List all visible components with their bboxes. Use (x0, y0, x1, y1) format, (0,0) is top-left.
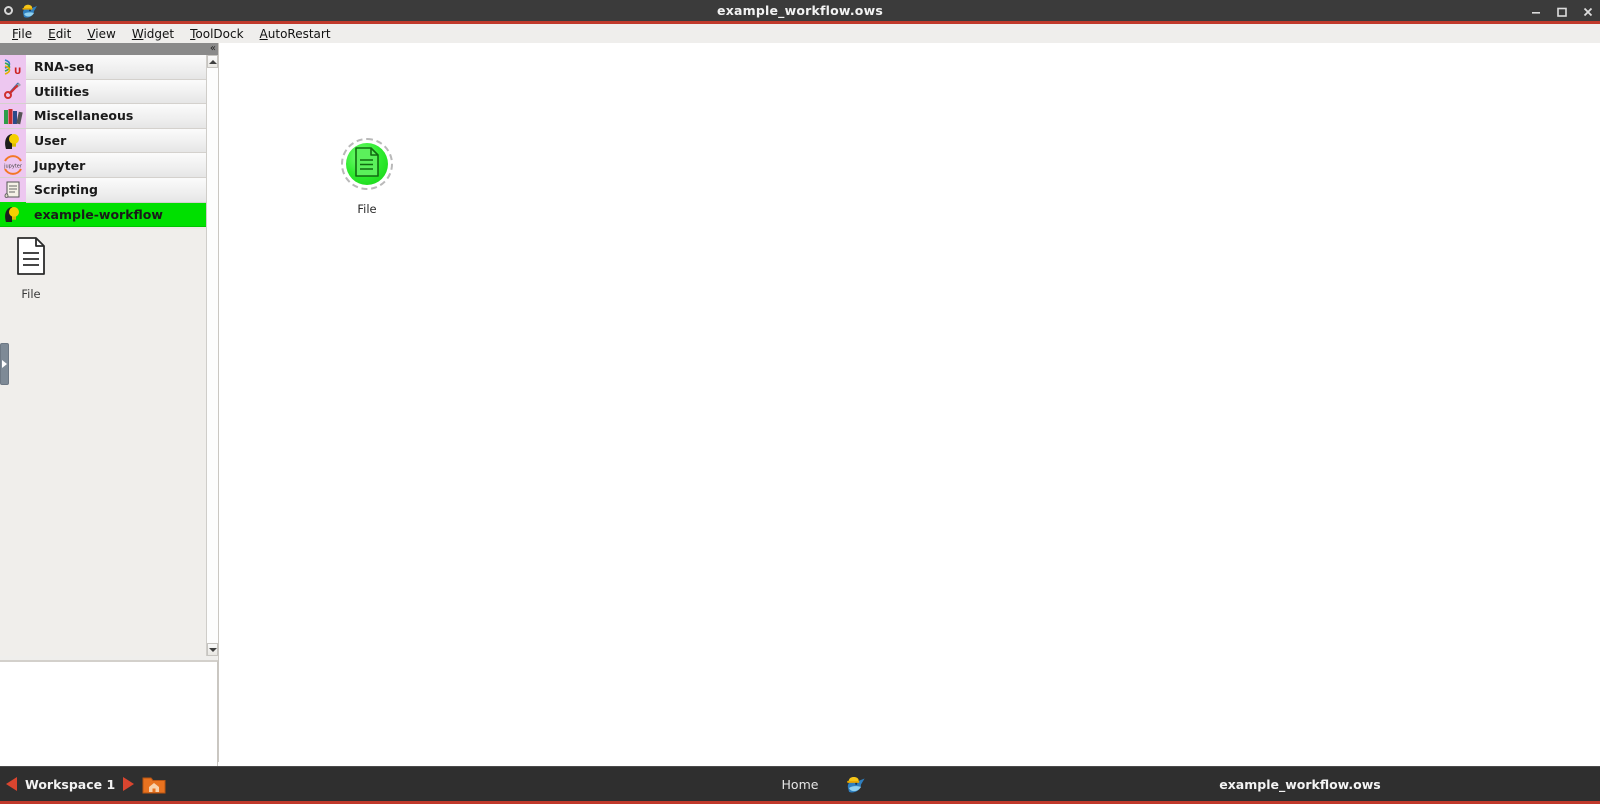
orange-bird-icon (843, 773, 867, 800)
dock-header: « (0, 43, 218, 55)
minimize-button[interactable] (1530, 6, 1542, 18)
miscellaneous-icon (0, 103, 26, 128)
menu-rest-view: iew (95, 26, 116, 41)
arrow-right-icon[interactable] (123, 777, 135, 791)
menu-mnemonic-edit: E (48, 26, 56, 41)
window-title: example_workflow.ows (717, 3, 883, 18)
rna-seq-icon: U (0, 55, 26, 79)
widget-category-tree: U RNA-seq Utilities Miscellaneous User j… (0, 55, 206, 656)
menu-mnemonic-autorestart: A (259, 26, 268, 41)
menu-rest-widget: idget (143, 26, 175, 41)
canvas-node-label: File (357, 202, 377, 216)
sidebar-item-label: Scripting (34, 182, 98, 198)
svg-text:jupyter: jupyter (3, 164, 23, 170)
canvas-node-file[interactable]: File (317, 138, 417, 216)
file-document-icon (354, 147, 380, 181)
jupyter-icon: jupyter (0, 153, 26, 178)
sidebar-item-label: User (34, 133, 67, 149)
menu-rest-file: ile (18, 26, 33, 41)
arrow-left-icon[interactable] (6, 777, 17, 791)
menu-item-widget[interactable]: Widget (124, 26, 182, 42)
sidebar-item-example-workflow[interactable]: example-workflow (0, 202, 206, 228)
workspace-switcher: Workspace 1 (0, 774, 240, 795)
sidebar-item-scripting[interactable]: Scripting (0, 177, 206, 203)
file-document-icon (16, 237, 46, 279)
node-body[interactable] (346, 143, 388, 185)
user-icon (0, 128, 26, 153)
sidebar-item-utilities[interactable]: Utilities (0, 79, 206, 105)
widget-list: File (0, 229, 206, 656)
sidebar-item-label: example-workflow (34, 206, 163, 222)
menu-item-file[interactable]: File (4, 26, 40, 42)
taskbar: Workspace 1 Home example_workflow.ows (0, 766, 1600, 804)
menu-item-view[interactable]: View (79, 26, 123, 42)
menu-item-edit[interactable]: Edit (40, 26, 79, 42)
dock-scrollbar[interactable] (206, 55, 218, 656)
widget-list-item-file[interactable]: File (0, 235, 62, 301)
menu-rest-edit: dit (55, 26, 72, 41)
scrollbar-track[interactable] (207, 68, 218, 643)
menu-rest-autorestart: utoRestart (267, 26, 331, 41)
widget-description-panel (0, 660, 218, 782)
sidebar-item-label: RNA-seq (34, 59, 94, 75)
menu-item-tooldock[interactable]: ToolDock (182, 26, 251, 42)
sidebar-item-label: Jupyter (34, 157, 86, 173)
sidebar-item-rna-seq[interactable]: U RNA-seq (0, 55, 206, 80)
workspace-label: Workspace 1 (25, 776, 116, 792)
chevron-right-icon (2, 360, 7, 368)
window-controls (1530, 0, 1594, 24)
menu-mnemonic-widget: W (131, 26, 144, 41)
dock-splitter-handle[interactable] (0, 343, 9, 385)
sidebar-item-user[interactable]: User (0, 128, 206, 154)
sidebar-item-label: Miscellaneous (34, 108, 134, 124)
sidebar-item-miscellaneous[interactable]: Miscellaneous (0, 103, 206, 129)
workflow-canvas[interactable]: File (218, 43, 1600, 762)
menu-bar: File Edit View Widget ToolDock AutoResta… (0, 24, 1600, 43)
sidebar-item-jupyter[interactable]: jupyter Jupyter (0, 153, 206, 178)
scroll-up-arrow-icon[interactable] (207, 55, 218, 68)
maximize-button[interactable] (1556, 6, 1568, 18)
menu-item-autorestart[interactable]: AutoRestart (252, 26, 339, 42)
utilities-icon (0, 79, 26, 104)
collapse-dock-button[interactable]: « (210, 44, 216, 54)
menu-rest-tooldock: oolDock (195, 26, 244, 41)
title-bar: example_workflow.ows (0, 0, 1600, 24)
sidebar-item-label: Utilities (34, 83, 90, 99)
taskbar-task-button[interactable]: example_workflow.ows (1050, 777, 1550, 792)
svg-text:U: U (14, 67, 21, 77)
widget-list-item-label: File (21, 287, 41, 301)
close-button[interactable] (1582, 6, 1594, 18)
scroll-down-arrow-icon[interactable] (207, 643, 218, 656)
node-selection-ring (341, 138, 393, 190)
scripting-icon (0, 177, 26, 202)
home-folder-icon[interactable] (142, 774, 166, 795)
user-icon (0, 202, 26, 227)
left-dock: « U RNA-seq Utilities Miscellaneous User… (0, 43, 218, 804)
